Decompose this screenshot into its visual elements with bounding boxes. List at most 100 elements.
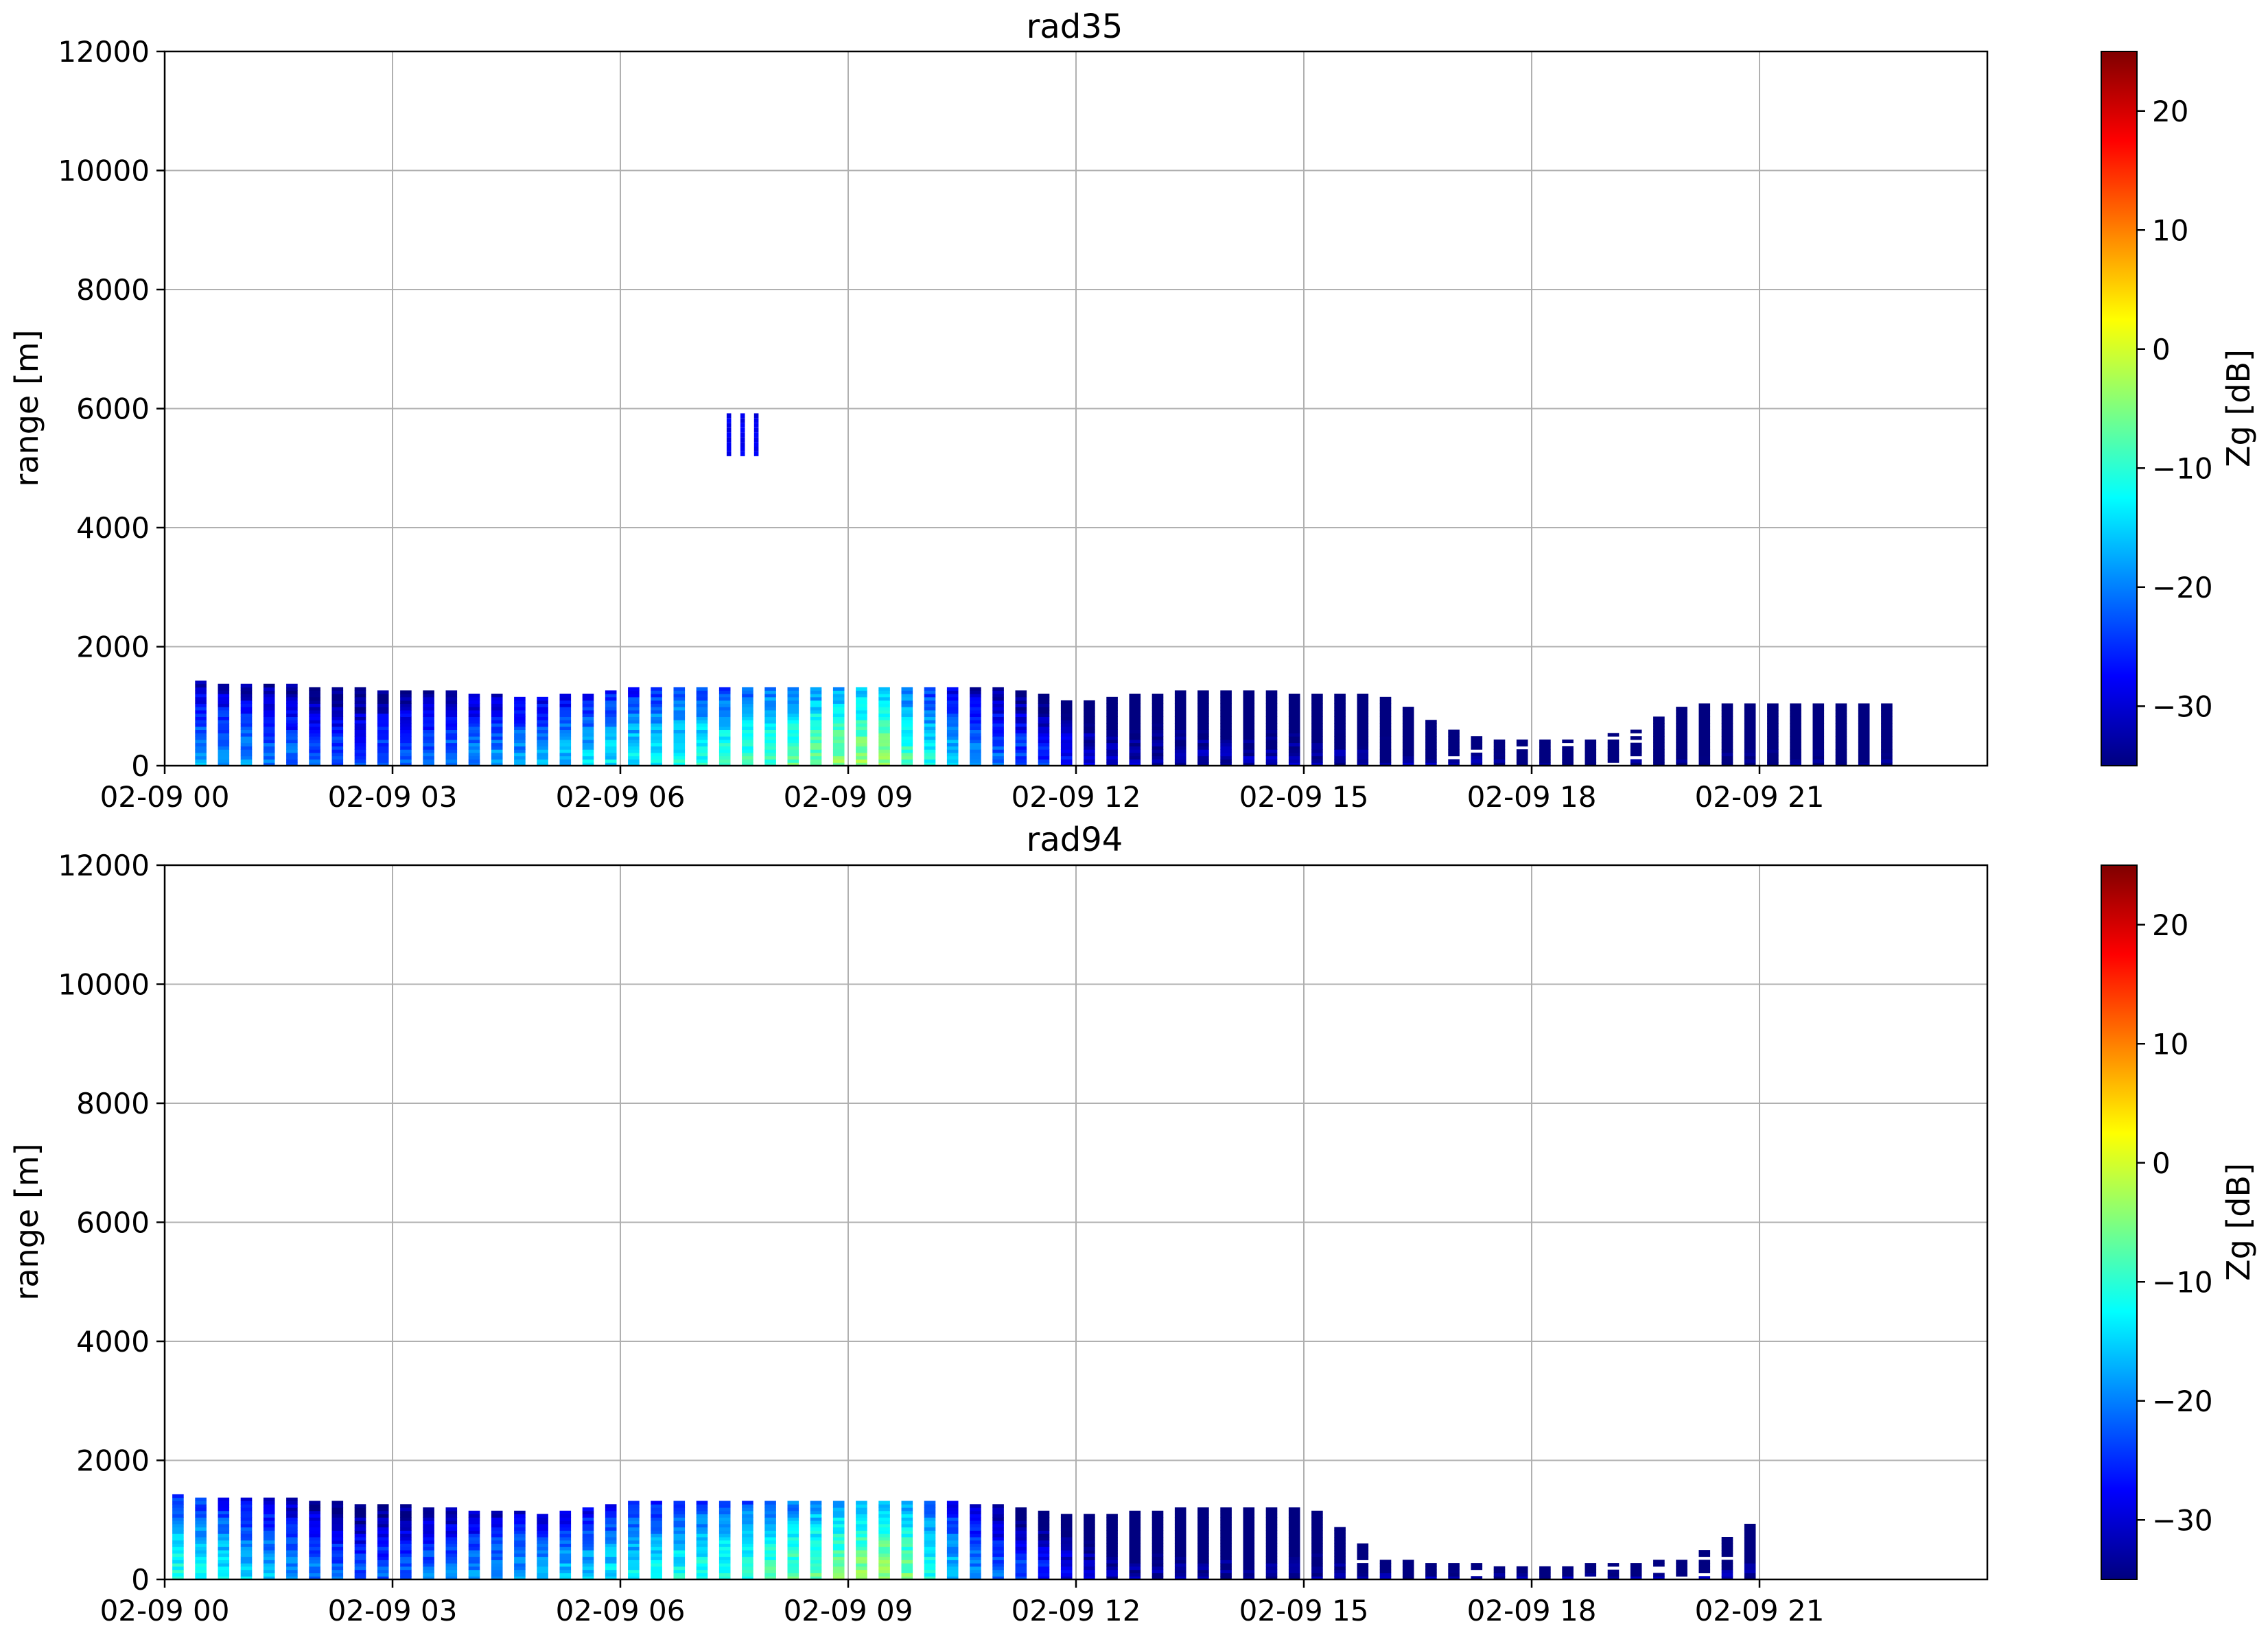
echo-cell — [1790, 726, 1801, 730]
colorbar-tick-label: −20 — [2152, 571, 2213, 604]
echo-cell — [172, 1523, 184, 1528]
grid — [164, 864, 1987, 1580]
echo-cell — [764, 1543, 776, 1547]
echo-cell — [1060, 1566, 1073, 1571]
echo-cell — [1744, 746, 1756, 750]
echo-cell — [924, 1533, 936, 1538]
echo-cell — [832, 1537, 845, 1541]
echo-cell — [832, 703, 845, 707]
echo-cell — [992, 736, 1004, 740]
echo-cell — [1220, 749, 1232, 753]
echo-cell — [673, 720, 686, 724]
echo-cell — [764, 1533, 776, 1538]
echo-cell — [1015, 739, 1027, 744]
echo-cell — [1357, 1543, 1369, 1547]
echo-cell — [924, 1553, 936, 1557]
echo-cell — [1334, 1543, 1346, 1547]
echo-cell — [1676, 733, 1687, 737]
echo-cell — [764, 1520, 776, 1525]
echo-cell — [1744, 733, 1756, 737]
echo-cell — [1084, 746, 1095, 750]
echo-cell — [1585, 739, 1597, 744]
echo-cell — [1151, 1537, 1164, 1541]
echo-cell — [468, 729, 480, 733]
echo-cell — [1129, 739, 1141, 744]
echo-cell-elevated — [726, 413, 732, 419]
y-axis: 020004000600080001000012000 — [58, 35, 165, 783]
echo-cell — [946, 1523, 959, 1528]
echo-cell — [1151, 755, 1164, 760]
echo-cell — [970, 755, 981, 760]
echo-cell — [1721, 703, 1733, 707]
echo-cell — [628, 726, 640, 730]
echo-cell — [992, 716, 1004, 720]
echo-cell — [992, 1527, 1004, 1531]
echo-cell — [354, 707, 366, 711]
echo-cell — [1265, 749, 1278, 753]
echo-cell — [537, 759, 548, 763]
echo-cell — [856, 694, 867, 698]
echo-cell — [1630, 1569, 1642, 1573]
echo-cell — [331, 746, 344, 750]
echo-cell — [1084, 1514, 1095, 1518]
echo-cell — [1653, 720, 1665, 724]
echo-cell — [605, 694, 617, 698]
echo-cell — [1197, 1550, 1209, 1554]
echo-cell — [172, 1563, 184, 1567]
echo-cell — [1744, 1530, 1756, 1534]
echo-cell — [240, 726, 253, 730]
echo-cell — [787, 1553, 799, 1557]
echo-cell — [537, 1514, 548, 1518]
echo-cell — [1060, 723, 1073, 727]
echo-cell — [1151, 739, 1164, 744]
echo-cell — [445, 746, 458, 750]
echo-cell — [787, 690, 799, 694]
echo-cell — [1038, 1553, 1050, 1557]
echo-cell — [1288, 1556, 1300, 1560]
echo-cell — [537, 1553, 548, 1557]
echo-cell — [1402, 729, 1414, 733]
echo-cell — [559, 1553, 572, 1557]
echo-cell — [1835, 742, 1847, 746]
echo-cell — [878, 746, 890, 750]
echo-cell — [468, 1530, 480, 1534]
echo-cell — [582, 723, 594, 727]
echo-cell — [673, 1550, 686, 1554]
echo-cell — [787, 694, 799, 698]
echo-cell — [1265, 1543, 1278, 1547]
echo-cell — [1425, 1566, 1437, 1571]
echo-cell — [742, 1517, 753, 1521]
echo-cell — [1015, 690, 1027, 694]
echo-cell — [718, 694, 731, 698]
echo-cell — [354, 723, 366, 727]
echo-cell — [605, 1533, 617, 1538]
echo-cell — [1516, 749, 1528, 753]
echo-cell — [286, 736, 298, 740]
echo-cell — [764, 720, 776, 724]
echo-cell — [195, 1510, 207, 1515]
echo-cell — [309, 759, 320, 763]
echo-cell — [901, 687, 913, 691]
echo-cell — [946, 729, 959, 733]
echo-cell — [445, 696, 458, 701]
echo-cell — [1334, 746, 1346, 750]
echo-cell — [240, 1527, 253, 1531]
echo-cell — [240, 1546, 253, 1551]
echo-cell — [992, 1530, 1004, 1534]
echo-cell — [1334, 1550, 1346, 1554]
echo-cell — [696, 1540, 708, 1544]
echo-cell — [810, 749, 822, 753]
echo-cell — [1129, 1520, 1141, 1525]
echo-cell — [764, 1563, 776, 1567]
echo-cell — [718, 1501, 731, 1505]
echo-cell — [832, 1556, 845, 1560]
echo-cell — [1038, 1566, 1050, 1571]
echo-cell — [559, 1546, 572, 1551]
echo-cell — [400, 1543, 412, 1547]
echo-cell — [1448, 1563, 1460, 1567]
echo-cell — [787, 1569, 799, 1573]
echo-cell — [195, 683, 207, 687]
echo-cell — [1265, 1573, 1278, 1577]
echo-cell — [992, 696, 1004, 701]
echo-cell — [491, 1566, 503, 1571]
